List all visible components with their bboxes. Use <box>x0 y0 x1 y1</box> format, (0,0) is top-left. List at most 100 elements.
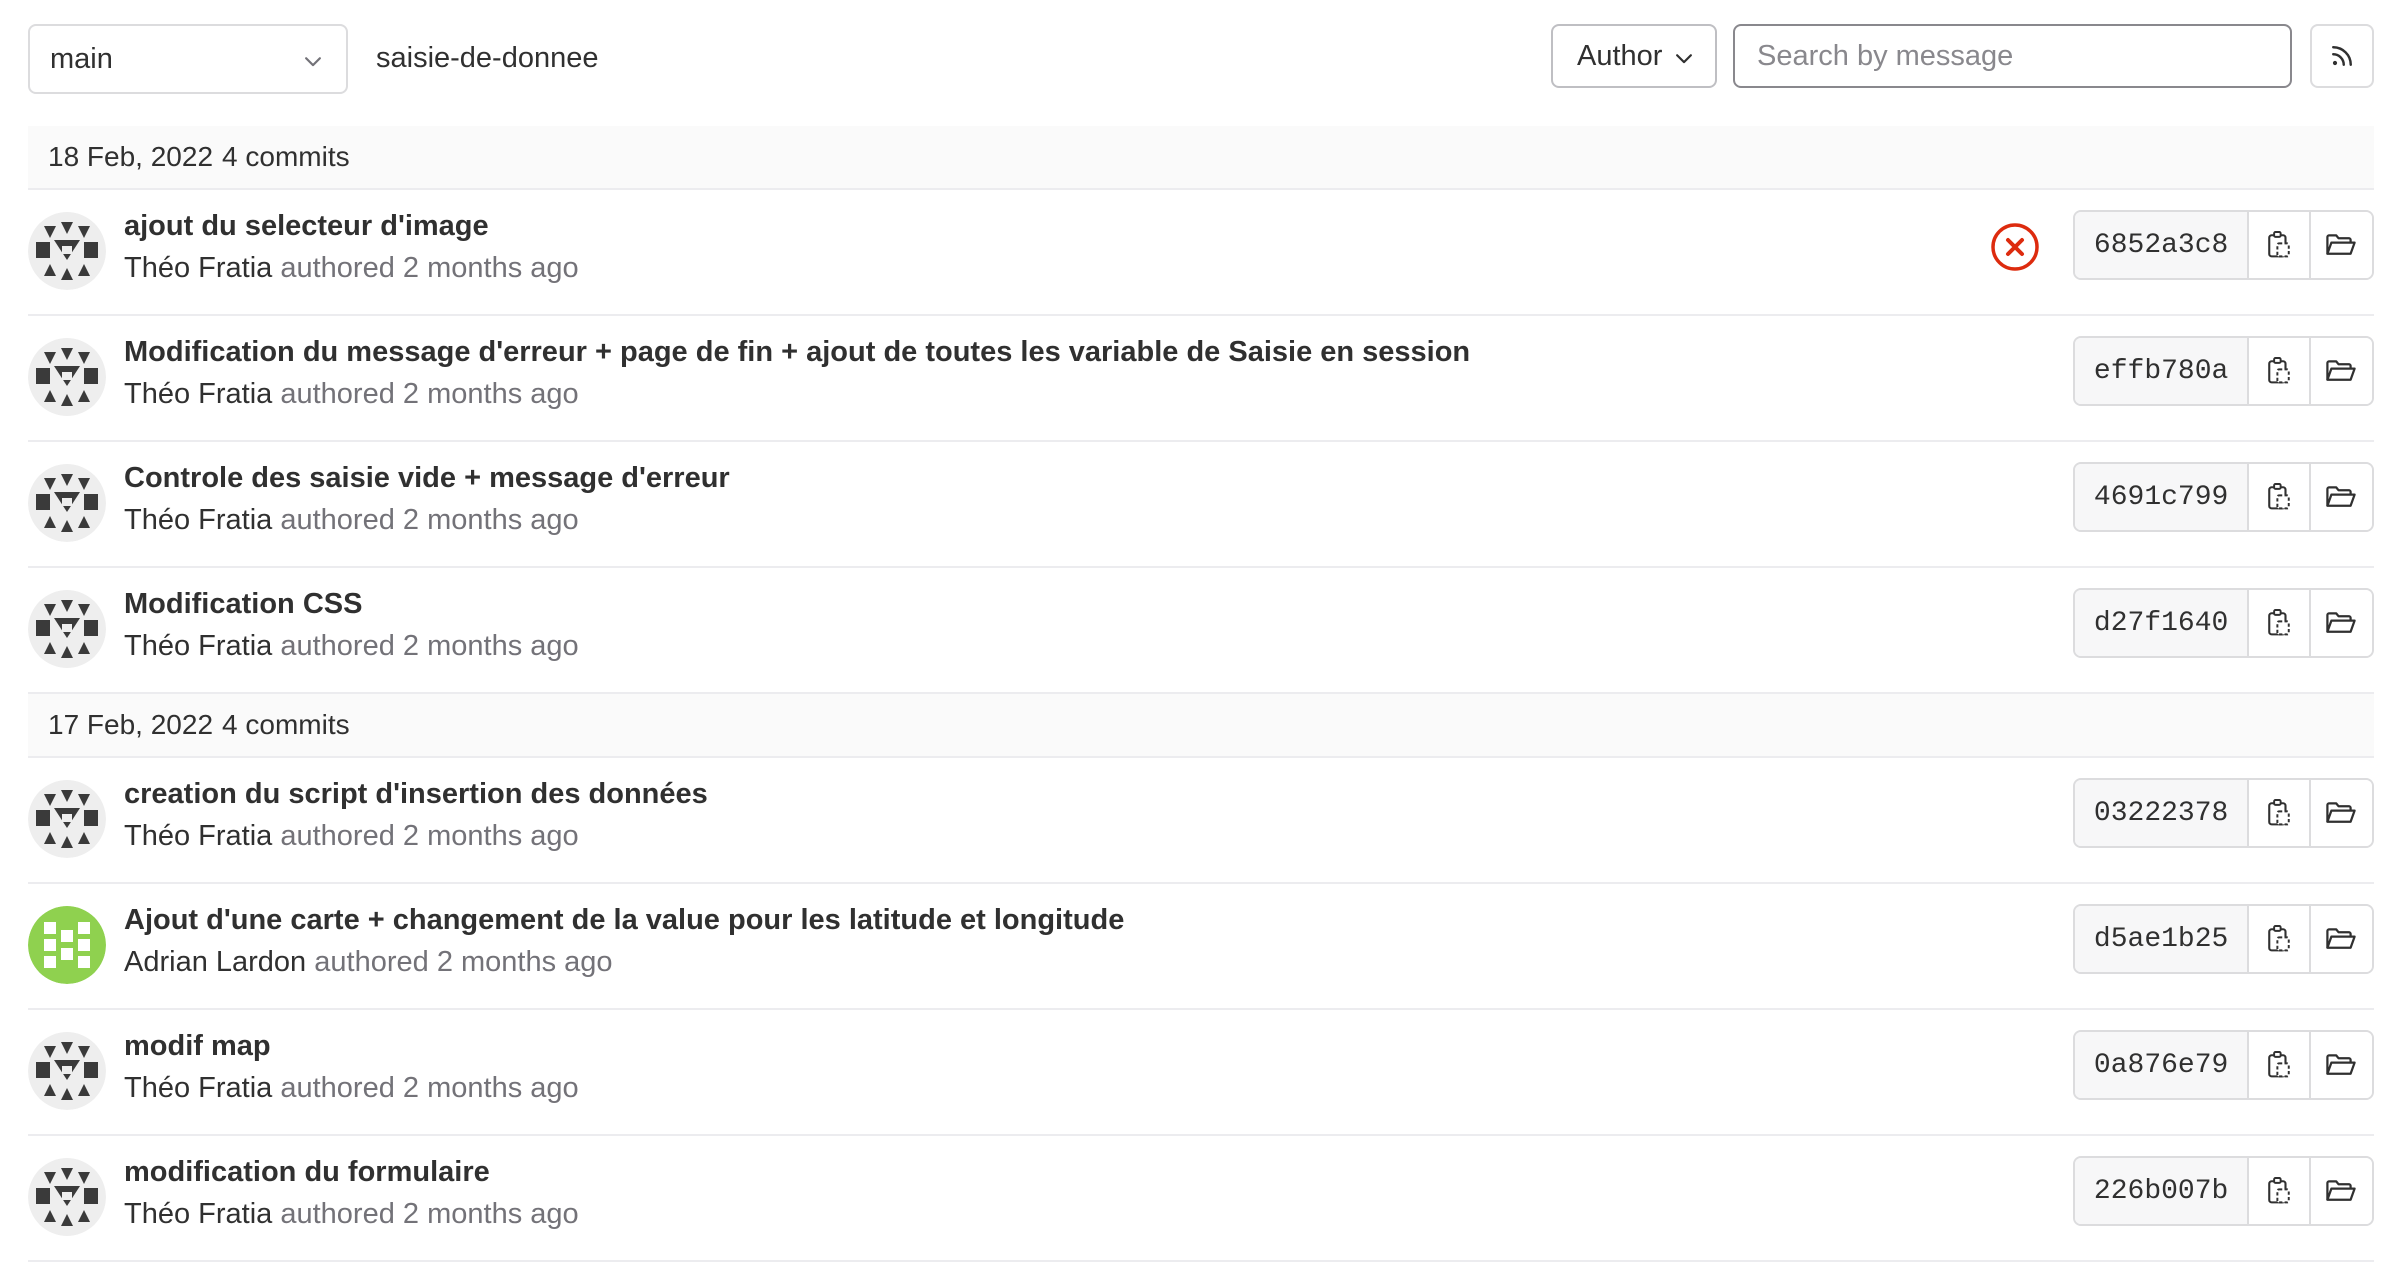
browse-files-button[interactable] <box>2310 1032 2372 1098</box>
copy-icon <box>2268 357 2290 384</box>
commit-row: Modification CSS Théo Fratia authored 2 m… <box>28 568 2374 694</box>
browse-files-button[interactable] <box>2310 212 2372 278</box>
browse-files-button[interactable] <box>2310 590 2372 656</box>
copy-icon <box>2268 1177 2290 1204</box>
copy-sha-button[interactable] <box>2249 464 2311 530</box>
commit-time: 2 months ago <box>402 630 579 662</box>
commit-sha-group: 03222378 <box>2073 778 2374 848</box>
folder-open-icon <box>2326 234 2357 255</box>
commit-sha-group: d27f1640 <box>2073 588 2374 658</box>
rss-feed-button[interactable] <box>2310 24 2374 88</box>
avatar[interactable] <box>28 780 106 858</box>
commit-author-link[interactable]: Théo Fratia <box>124 504 272 536</box>
folder-open-icon <box>2326 1180 2357 1201</box>
commit-title-link[interactable]: creation du script d'insertion des donné… <box>124 778 708 811</box>
commit-sha[interactable]: effb780a <box>2075 338 2250 404</box>
avatar[interactable] <box>28 1158 106 1236</box>
commit-sha-group: 6852a3c8 <box>2073 210 2374 280</box>
copy-sha-button[interactable] <box>2249 590 2311 656</box>
commit-meta: Théo Fratia authored 2 months ago <box>124 1072 579 1105</box>
commit-sha-group: 4691c799 <box>2073 462 2374 532</box>
commit-meta: Théo Fratia authored 2 months ago <box>124 378 579 411</box>
folder-open-icon <box>2326 1054 2357 1075</box>
commit-title-link[interactable]: Ajout d'une carte + changement de la val… <box>124 904 1124 937</box>
commit-title-link[interactable]: Modification CSS <box>124 588 362 621</box>
commit-sha[interactable]: 6852a3c8 <box>2075 212 2250 278</box>
commit-time: 2 months ago <box>402 252 579 284</box>
copy-icon <box>2268 799 2290 826</box>
commit-meta: Théo Fratia authored 2 months ago <box>124 504 579 537</box>
copy-sha-button[interactable] <box>2249 338 2311 404</box>
commit-row: Ajout d'une carte + changement de la val… <box>28 884 2374 1010</box>
copy-icon <box>2268 925 2290 952</box>
chevron-down-icon <box>1676 54 1692 64</box>
commit-author-link[interactable]: Théo Fratia <box>124 1198 272 1230</box>
search-by-message-input[interactable] <box>1733 24 2292 88</box>
copy-sha-button[interactable] <box>2249 1158 2311 1224</box>
folder-open-icon <box>2326 612 2357 633</box>
commit-title-link[interactable]: Modification du message d'erreur + page … <box>124 336 1470 369</box>
commit-time: 2 months ago <box>436 946 613 978</box>
commit-title-link[interactable]: modif map <box>124 1030 271 1063</box>
commit-sha[interactable]: 0a876e79 <box>2075 1032 2250 1098</box>
folder-open-icon <box>2326 360 2357 381</box>
day-commit-count: 4 commits <box>222 141 350 172</box>
commit-sha-group: 226b007b <box>2073 1156 2374 1226</box>
repository-path[interactable]: saisie-de-donnee <box>376 42 598 75</box>
commit-meta: Théo Fratia authored 2 months ago <box>124 820 579 853</box>
commit-authored-label: authored <box>280 630 395 662</box>
chevron-down-icon <box>305 57 321 67</box>
pipeline-failed-icon[interactable] <box>1990 222 2040 272</box>
commit-title-link[interactable]: modification du formulaire <box>124 1156 490 1189</box>
commit-title-link[interactable]: Controle des saisie vide + message d'err… <box>124 462 730 495</box>
browse-files-button[interactable] <box>2310 780 2372 846</box>
commit-time: 2 months ago <box>402 378 579 410</box>
avatar[interactable] <box>28 590 106 668</box>
browse-files-button[interactable] <box>2310 1158 2372 1224</box>
commit-meta: Adrian Lardon authored 2 months ago <box>124 946 613 979</box>
commit-authored-label: authored <box>280 252 395 284</box>
commits-toolbar: main saisie-de-donnee Author <box>28 24 2374 94</box>
commit-time: 2 months ago <box>402 504 579 536</box>
commit-author-link[interactable]: Théo Fratia <box>124 1072 272 1104</box>
commit-author-link[interactable]: Théo Fratia <box>124 630 272 662</box>
commit-sha-group: effb780a <box>2073 336 2374 406</box>
folder-open-icon <box>2326 928 2357 949</box>
browse-files-button[interactable] <box>2310 906 2372 972</box>
copy-sha-button[interactable] <box>2249 906 2311 972</box>
copy-sha-button[interactable] <box>2249 212 2311 278</box>
copy-sha-button[interactable] <box>2249 1032 2311 1098</box>
commits-page: main saisie-de-donnee Author 18 Feb, 202… <box>0 0 2399 1273</box>
avatar[interactable] <box>28 338 106 416</box>
day-header: 18 Feb, 2022 4 commits <box>28 126 2374 190</box>
copy-sha-button[interactable] <box>2249 780 2311 846</box>
commit-sha-group: d5ae1b25 <box>2073 904 2374 974</box>
commit-authored-label: authored <box>280 1072 395 1104</box>
browse-files-button[interactable] <box>2310 464 2372 530</box>
commit-authored-label: authored <box>280 1198 395 1230</box>
commit-sha[interactable]: 226b007b <box>2075 1158 2250 1224</box>
commit-sha[interactable]: d27f1640 <box>2075 590 2250 656</box>
commit-author-link[interactable]: Théo Fratia <box>124 252 272 284</box>
commit-author-link[interactable]: Adrian Lardon <box>124 946 306 978</box>
day-commit-count: 4 commits <box>222 709 350 740</box>
commit-author-link[interactable]: Théo Fratia <box>124 820 272 852</box>
branch-select[interactable]: main <box>28 24 348 94</box>
commit-meta: Théo Fratia authored 2 months ago <box>124 1198 579 1231</box>
commit-sha[interactable]: 03222378 <box>2075 780 2250 846</box>
commit-title-link[interactable]: ajout du selecteur d'image <box>124 210 489 243</box>
avatar[interactable] <box>28 906 106 984</box>
commit-row: Modification du message d'erreur + page … <box>28 316 2374 442</box>
commit-sha[interactable]: 4691c799 <box>2075 464 2250 530</box>
author-filter-dropdown[interactable]: Author <box>1551 24 1717 88</box>
copy-icon <box>2268 609 2290 636</box>
commit-author-link[interactable]: Théo Fratia <box>124 378 272 410</box>
commit-meta: Théo Fratia authored 2 months ago <box>124 252 579 285</box>
avatar[interactable] <box>28 464 106 542</box>
folder-open-icon <box>2326 486 2357 507</box>
avatar[interactable] <box>28 212 106 290</box>
browse-files-button[interactable] <box>2310 338 2372 404</box>
commit-sha[interactable]: d5ae1b25 <box>2075 906 2250 972</box>
avatar[interactable] <box>28 1032 106 1110</box>
commit-time: 2 months ago <box>402 1072 579 1104</box>
